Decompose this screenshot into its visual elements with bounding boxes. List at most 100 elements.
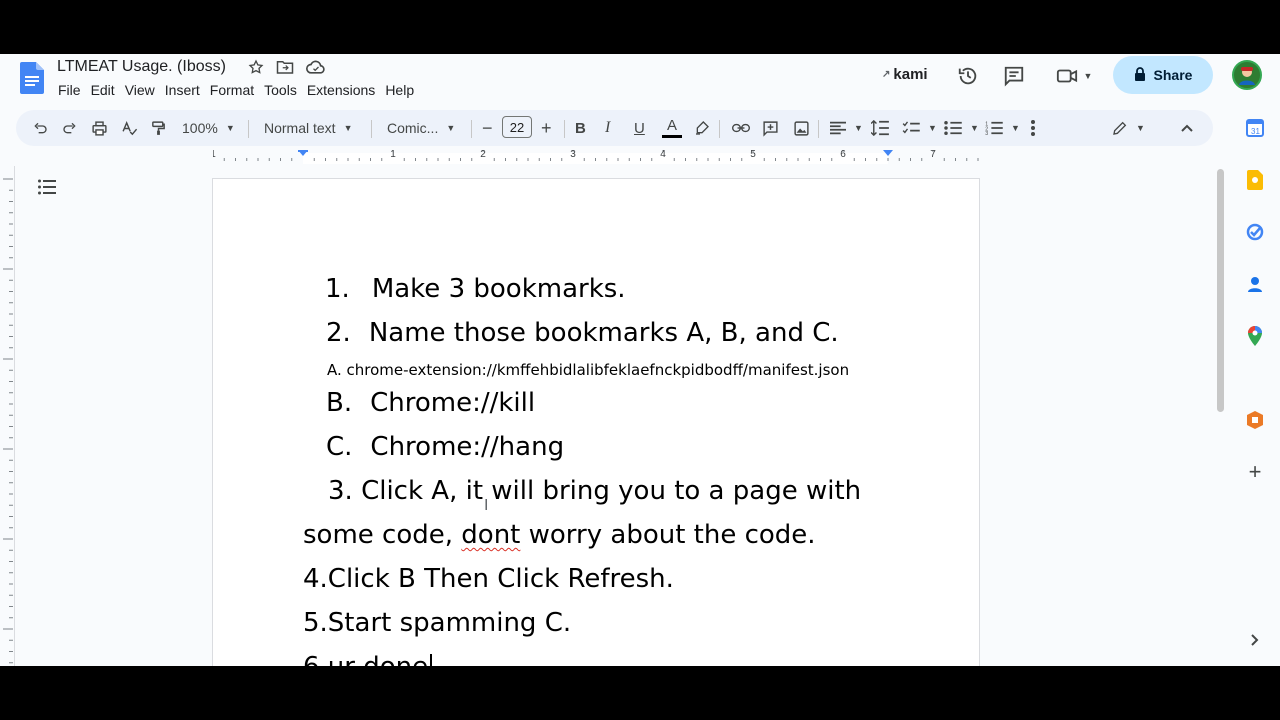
spellcheck-icon[interactable] [121,110,138,146]
paragraph-step-5: 5.Start spamming C. [303,608,572,638]
side-panel: 31 + [1237,110,1280,666]
menu-view[interactable]: View [120,82,160,98]
contacts-icon[interactable] [1245,274,1265,294]
sub-item-b: B. Chrome://kill [326,388,535,418]
undo-icon[interactable] [32,110,48,146]
lock-icon [1134,66,1146,84]
list-text: Name those bookmarks A, B, and C. [368,318,839,348]
document-title[interactable]: LTMEAT Usage. (Iboss) [57,58,226,76]
list-letter: B. [326,388,353,418]
cloud-saved-icon[interactable] [306,59,326,80]
menu-bar: File Edit View Insert Format Tools Exten… [58,82,419,98]
kami-label: kami [893,66,928,83]
list-number: 1. [325,274,350,304]
italic-icon[interactable]: I [605,110,610,146]
list-item-1: 1. Make 3 bookmarks. [325,274,626,304]
horizontal-ruler[interactable]: 1 1 2 3 4 5 6 7 [213,150,980,164]
underline-icon[interactable]: U [634,110,645,146]
zoom-select[interactable]: 100% ▼ [182,110,235,146]
numbered-list-select[interactable]: 1 2 3 ▼ [985,110,1020,146]
text-cursor [430,653,433,666]
list-letter: C. [326,432,353,462]
avatar[interactable] [1232,60,1262,90]
office-addon-icon[interactable] [1245,410,1265,430]
text-color-icon[interactable]: A [662,110,682,146]
mouse-ibeam-cursor: I [484,497,489,514]
list-text: Chrome://hang [370,432,565,462]
ruler-number: 4 [660,150,666,160]
align-select[interactable]: ▼ [830,110,863,146]
toolbar-divider [719,120,720,138]
vertical-ruler[interactable] [0,166,15,666]
increase-font-size-button[interactable]: + [541,110,552,146]
menu-edit[interactable]: Edit [86,82,120,98]
menu-insert[interactable]: Insert [160,82,205,98]
line-spacing-icon[interactable] [871,110,889,146]
chevron-down-icon: ▼ [225,123,235,133]
collapse-menus-icon[interactable] [1181,110,1193,146]
print-icon[interactable] [91,110,108,146]
toolbar-divider [471,120,472,138]
more-options-icon[interactable] [1031,110,1035,146]
text-color-swatch [662,134,682,138]
docs-logo-icon[interactable] [20,62,44,94]
font-select[interactable]: Comic... ▼ [387,110,455,146]
move-folder-icon[interactable] [276,59,294,80]
paragraph-step-3: 3. Click A, it will bring you to a page … [328,476,862,506]
keep-icon[interactable] [1245,170,1265,190]
ruler-number: 7 [930,150,936,160]
chevron-down-icon: ▼ [928,123,937,133]
bulleted-list-select[interactable]: ▼ [944,110,979,146]
add-comment-icon[interactable] [762,110,779,146]
menu-file[interactable]: File [58,82,86,98]
bold-icon[interactable]: B [575,110,586,146]
checklist-select[interactable]: ▼ [902,110,937,146]
chevron-right-icon[interactable] [1245,630,1265,650]
calendar-icon[interactable]: 31 [1245,118,1265,138]
redo-icon[interactable] [62,110,78,146]
maps-icon[interactable] [1245,326,1265,346]
editing-mode-select[interactable]: ▼ [1112,110,1145,146]
star-icon[interactable] [248,59,264,80]
tasks-icon[interactable] [1245,222,1265,242]
svg-text:31: 31 [1251,127,1260,136]
insert-link-icon[interactable] [732,110,750,146]
chevron-down-icon: ▼ [1083,71,1093,81]
add-addon-icon[interactable]: + [1245,459,1265,484]
menu-help[interactable]: Help [380,82,419,98]
comments-icon[interactable] [1002,64,1026,88]
formatting-toolbar: 100% ▼ Normal text ▼ Comic... ▼ − 22 + B I … [16,110,1213,146]
menu-tools[interactable]: Tools [259,82,302,98]
google-docs-window: LTMEAT Usage. (Iboss) File Edit View Ins… [0,54,1280,666]
sub-item-a: A. chrome-extension://kmffehbidlalibfekl… [327,361,850,379]
font-size-input[interactable]: 22 [502,116,532,138]
highlight-icon[interactable] [694,110,710,146]
chevron-down-icon: ▼ [343,123,353,133]
insert-image-icon[interactable] [793,110,810,146]
misspelled-word[interactable]: dont [461,520,520,550]
paragraph-style-select[interactable]: Normal text ▼ [264,110,353,146]
list-text: Chrome://kill [370,388,536,418]
toolbar-divider [248,120,249,138]
sub-item-c: C. Chrome://hang [326,432,564,462]
ruler-number: 3 [570,150,576,160]
share-button[interactable]: Share [1113,56,1213,94]
decrease-font-size-button[interactable]: − [482,110,493,146]
version-history-icon[interactable] [956,64,980,88]
paragraph-step-3-cont: some code, dont worry about the code. [303,520,816,550]
ruler-number: 5 [750,150,756,160]
ruler-number: 1 [390,150,396,160]
menu-extensions[interactable]: Extensions [302,82,380,98]
chevron-down-icon: ▼ [1136,123,1145,133]
document-outline-icon[interactable] [38,179,56,200]
paint-format-icon[interactable] [150,110,167,146]
meet-video-icon[interactable]: ▼ [1054,64,1094,88]
document-scrollbar[interactable] [1217,169,1224,412]
kami-extension-button[interactable]: ↗ kami [882,66,928,83]
font-value: Comic... [387,120,439,136]
ruler-number: 6 [840,150,846,160]
menu-format[interactable]: Format [205,82,259,98]
first-line-indent-marker [298,150,308,152]
list-item-2: 2. Name those bookmarks A, B, and C. [326,318,839,348]
document-page[interactable]: 1. Make 3 bookmarks. 2. Name those bookmar… [213,179,979,666]
